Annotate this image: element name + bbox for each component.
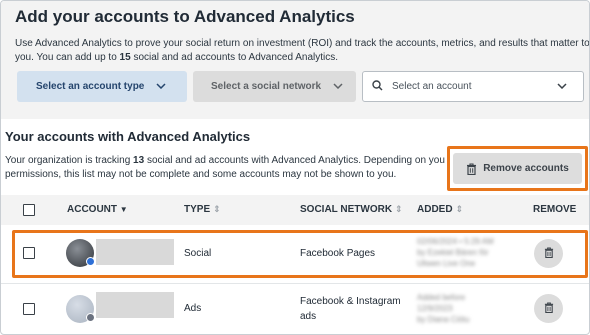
trash-icon	[544, 300, 554, 318]
add-accounts-section: Add your accounts to Advanced Analytics …	[1, 1, 590, 119]
desc-post: social and ad accounts with Advanced Ana…	[144, 155, 445, 166]
row-social-network: Facebook & Instagram ads	[300, 295, 401, 323]
account-type-dropdown[interactable]: Select an account type	[17, 71, 187, 102]
social-network-line-1: Facebook & Instagram	[300, 296, 401, 307]
column-type[interactable]: TYPE ⇕	[184, 204, 221, 215]
social-network-line-2: ads	[300, 311, 317, 322]
row-type: Ads	[184, 303, 202, 314]
sort-icon: ⇕	[455, 204, 464, 214]
sort-desc-icon: ▼	[119, 205, 128, 214]
section-desc-line-1: Your organization is tracking 13 social …	[5, 154, 445, 168]
account-name-redacted	[96, 292, 174, 318]
column-added[interactable]: ADDED ⇕	[417, 204, 463, 215]
intro-count: 15	[119, 52, 131, 63]
column-social-network[interactable]: SOCIAL NETWORK ⇕	[300, 204, 403, 215]
intro-line-2-post: social and ad accounts to Advanced Analy…	[130, 52, 339, 63]
account-type-label: Select an account type	[36, 81, 145, 92]
page-title: Add your accounts to Advanced Analytics	[15, 7, 355, 26]
search-icon	[372, 79, 383, 94]
row-divider	[1, 283, 589, 284]
intro-line-2-pre: you. You can add up to	[15, 52, 120, 63]
remove-accounts-label: Remove accounts	[483, 163, 569, 174]
select-all-checkbox[interactable]	[23, 204, 35, 216]
row-highlight	[12, 230, 588, 278]
section-description: Your organization is tracking 13 social …	[5, 154, 445, 182]
intro-text: Use Advanced Analytics to prove your soc…	[15, 37, 590, 65]
account-placeholder: Select an account	[392, 81, 472, 92]
remove-accounts-button[interactable]: Remove accounts	[453, 153, 582, 184]
column-added-label: ADDED	[417, 204, 453, 215]
account-search-select[interactable]: Select an account	[362, 71, 584, 102]
section-title: Your accounts with Advanced Analytics	[5, 129, 251, 144]
column-remove: REMOVE	[533, 204, 577, 215]
desc-pre: Your organization is tracking	[5, 155, 134, 166]
column-account-label: ACCOUNT	[67, 204, 117, 215]
remove-row-button[interactable]	[534, 294, 563, 323]
added-line-1: Added before	[417, 293, 466, 302]
chevron-down-icon	[156, 81, 166, 92]
column-type-label: TYPE	[184, 204, 211, 215]
sort-icon: ⇕	[395, 204, 403, 214]
intro-line-1: Use Advanced Analytics to prove your soc…	[15, 38, 590, 49]
column-social-network-label: SOCIAL NETWORK	[300, 204, 393, 215]
chevron-down-icon	[557, 81, 567, 92]
row-added: Added before 12/9/2023 by Diana Ciötu	[417, 292, 469, 325]
column-account[interactable]: ACCOUNT ▼	[67, 204, 128, 215]
advanced-analytics-panel: Add your accounts to Advanced Analytics …	[0, 0, 590, 335]
table-header: ACCOUNT ▼ TYPE ⇕ SOCIAL NETWORK ⇕ ADDED ⇕ R…	[1, 195, 589, 225]
desc-count: 13	[133, 155, 145, 166]
added-line-2: 12/9/2023	[417, 304, 453, 313]
social-network-label: Select a social network	[211, 81, 322, 92]
sort-icon: ⇕	[213, 204, 221, 214]
trash-icon	[466, 162, 477, 175]
social-network-dropdown[interactable]: Select a social network	[193, 71, 356, 102]
ads-badge-icon	[86, 313, 95, 322]
row-checkbox[interactable]	[23, 303, 35, 315]
chevron-down-icon	[333, 81, 343, 92]
added-line-3: by Diana Ciötu	[417, 315, 470, 324]
section-desc-line-2: permissions, this list may not be comple…	[5, 169, 397, 180]
